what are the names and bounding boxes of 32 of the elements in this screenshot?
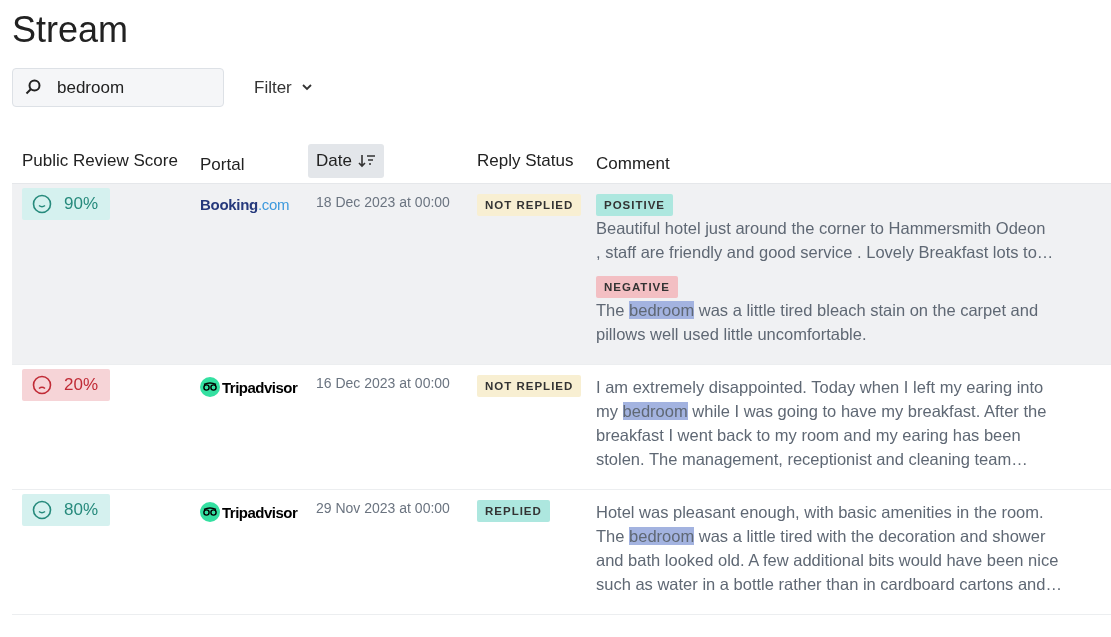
filter-button[interactable]: Filter	[254, 71, 312, 104]
column-header[interactable]: Portal	[192, 148, 253, 182]
face-icon	[32, 500, 52, 520]
sentiment-tag: POSITIVE	[596, 194, 674, 216]
column-header[interactable]: Date	[308, 144, 384, 178]
score-badge: 80%	[22, 494, 111, 526]
face-icon	[32, 375, 52, 395]
sort-icon	[357, 153, 376, 169]
column-header[interactable]: Reply Status	[469, 144, 582, 178]
score-badge: 20%	[22, 369, 111, 401]
comment-text: I am extremely disappointed. Today when I left my earing into my bedroom while I was going to have my breakfast. After the breakfast I went back to my room and my earing has been stolen. The management, receptionist and cleaning team…	[596, 377, 1048, 470]
reply-status-badge: REPLIED	[477, 500, 550, 522]
score-badge: 90%	[22, 188, 111, 220]
review-date: 29 Nov 2023 at 00:00	[316, 499, 450, 516]
portal-logo: Tripadvisor	[200, 502, 298, 522]
review-date: 18 Dec 2023 at 00:00	[316, 193, 450, 210]
portal-logo: Tripadvisor	[200, 377, 298, 397]
comment-text: Hotel was pleasant enough, with basic amenities in the room. The bedroom was a little tired with the decoration and shower and bath looked old. A few additional bits would have been nice such as water in a bottle rather than in cardboard cartons and…	[596, 502, 1063, 595]
face-icon	[32, 194, 52, 214]
comment-text: Beautiful hotel just around the corner to Hammersmith Odeon , staff are friendly and good service . Lovely Breakfast lots to…	[596, 218, 1055, 263]
column-header[interactable]: Public Review Score	[14, 144, 186, 178]
portal-logo: Booking.com	[200, 196, 290, 213]
reply-status-badge: NOT REPLIED	[477, 194, 582, 216]
comment-text: The bedroom was a little tired bleach stain on the carpet and pillows well used little uncomfortable.	[596, 300, 1040, 345]
chevron-icon	[301, 84, 312, 91]
search-field[interactable]: bedroom	[12, 68, 224, 107]
review-date: 16 Dec 2023 at 00:00	[316, 374, 450, 391]
reply-status-badge: NOT REPLIED	[477, 375, 582, 397]
sentiment-tag: NEGATIVE	[596, 276, 678, 298]
column-header[interactable]: Comment	[588, 147, 678, 181]
page-title: Stream	[12, 8, 130, 52]
table-row[interactable]	[12, 184, 1111, 365]
